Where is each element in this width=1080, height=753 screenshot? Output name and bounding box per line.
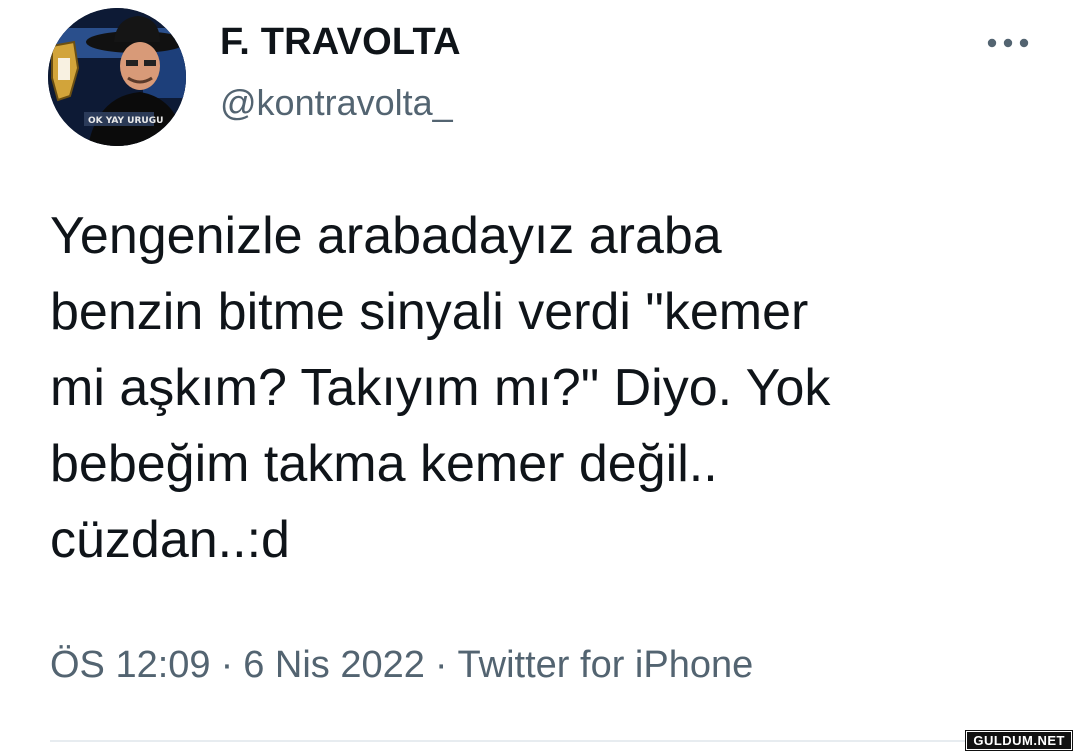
separator-dot: · xyxy=(434,644,448,686)
tweet-source[interactable]: Twitter for iPhone xyxy=(458,644,754,686)
tweet-time[interactable]: ÖS 12:09 xyxy=(50,644,211,686)
tweet-text: Yengenizle arabadayız araba benzin bitme… xyxy=(50,207,831,569)
author-display-name[interactable]: F. TRAVOLTA xyxy=(220,20,461,64)
tweet-metadata: ÖS 12:09 · 6 Nis 2022 · Twitter for iPhone xyxy=(50,640,753,690)
more-options-icon xyxy=(987,38,1029,48)
more-options-button[interactable] xyxy=(984,28,1032,58)
author-handle[interactable]: @kontravolta_ xyxy=(220,82,453,124)
profile-avatar[interactable]: OK YAY URUGU xyxy=(48,8,186,146)
watermark-logo: GULDUM.NET xyxy=(965,730,1073,751)
svg-text:OK YAY URUGU: OK YAY URUGU xyxy=(88,116,163,126)
separator-dot: · xyxy=(220,644,234,686)
divider xyxy=(50,740,1030,742)
tweet-date[interactable]: 6 Nis 2022 xyxy=(243,644,425,686)
profile-avatar-icon: OK YAY URUGU xyxy=(48,8,186,146)
